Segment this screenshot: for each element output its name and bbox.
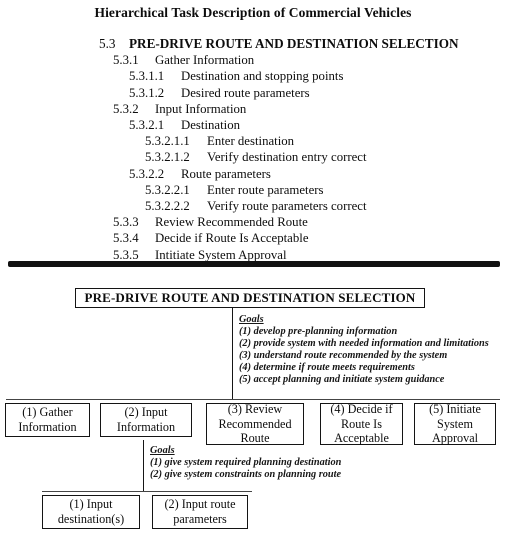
outline-label: Route parameters bbox=[181, 166, 271, 181]
diagram-title-box: PRE-DRIVE ROUTE AND DESTINATION SELECTIO… bbox=[75, 288, 425, 308]
goals-item: (2) give system constraints on planning … bbox=[150, 469, 342, 481]
outline-row: 5.3.1 Gather Information bbox=[0, 52, 506, 68]
task-box-line: Acceptable bbox=[334, 431, 389, 446]
outline-number: 5.3.1.2 bbox=[129, 85, 165, 100]
hierarchical-task-diagram: PRE-DRIVE ROUTE AND DESTINATION SELECTIO… bbox=[0, 288, 506, 545]
task-box-line: Recommended bbox=[218, 416, 292, 431]
task-box-line: Information bbox=[18, 420, 77, 434]
goals-item: (5) accept planning and initiate system … bbox=[239, 374, 445, 386]
outline-label: Decide if Route Is Acceptable bbox=[155, 231, 309, 246]
outline-number: 5.3.4 bbox=[113, 231, 139, 246]
subtask-box-input-destinations: (1) Input destination(s) bbox=[42, 495, 140, 529]
goals-item: (1) give system required planning destin… bbox=[150, 457, 342, 469]
page-title: Hierarchical Task Description of Commerc… bbox=[94, 5, 412, 20]
outline-row: 5.3.3 Review Recommended Route bbox=[0, 214, 506, 230]
outline-row: 5.3.2.1.1 Enter destination bbox=[0, 133, 506, 149]
outline-label: Verify route parameters correct bbox=[207, 199, 367, 214]
outline-label: Input Information bbox=[155, 101, 247, 116]
task-box-line: (1) Gather bbox=[22, 405, 73, 420]
outline-label: Enter route parameters bbox=[207, 182, 324, 197]
outline-label: Review Recommended Route bbox=[155, 215, 308, 230]
connector-horizontal-main bbox=[6, 399, 500, 401]
task-box-gather-information: (1) Gather Information bbox=[5, 403, 90, 437]
outline-label: Verify destination entry correct bbox=[207, 150, 367, 165]
connector-horizontal-sub bbox=[42, 491, 252, 493]
connector-vertical-main bbox=[232, 308, 234, 400]
connector-vertical-sub bbox=[143, 440, 145, 492]
outline-label: Destination bbox=[181, 118, 240, 133]
subtask-box-input-route-parameters: (2) Input route parameters bbox=[152, 495, 248, 529]
outline-number: 5.3.2.1.2 bbox=[145, 150, 190, 165]
outline-row: 5.3.2.2.1 Enter route parameters bbox=[0, 182, 506, 198]
task-box-input-information: (2) Input Information bbox=[100, 403, 192, 437]
goals-item: (4) determine if route meets requirement… bbox=[239, 362, 415, 374]
task-box-review-recommended-route: (3) Review Recommended Route bbox=[206, 402, 304, 446]
section-divider-rule bbox=[8, 261, 500, 267]
goals-block-sub: Goals (1) give system required planning … bbox=[150, 445, 341, 481]
task-box-line: (2) Input bbox=[124, 405, 168, 420]
outline-label: Enter destination bbox=[207, 134, 295, 149]
outline-number: 5.3.2.2.2 bbox=[145, 199, 190, 214]
outline-number: 5.3.1.1 bbox=[129, 69, 165, 84]
goals-block-main: Goals (1) develop pre-planning informati… bbox=[239, 314, 489, 387]
outline-row: 5.3.1.2 Desired route parameters bbox=[0, 85, 506, 101]
goals-item: (2) provide system with needed informati… bbox=[239, 338, 489, 350]
outline-label: PRE-DRIVE ROUTE AND DESTINATION SELECTIO… bbox=[129, 36, 459, 51]
task-box-initiate-system-approval: (5) Initiate System Approval bbox=[414, 402, 496, 446]
task-box-line: (4) Decide if bbox=[330, 402, 393, 417]
outline-row: 5.3.2.1 Destination bbox=[0, 117, 506, 133]
task-box-line: Information bbox=[116, 420, 176, 434]
outline-label: Gather Information bbox=[155, 53, 255, 68]
goals-item: (3) understand route recommended by the … bbox=[239, 350, 448, 362]
task-box-line: destination(s) bbox=[57, 512, 125, 526]
task-box-line: (3) Review bbox=[227, 402, 283, 417]
task-box-line: Route Is bbox=[341, 416, 382, 431]
task-box-line: Route bbox=[240, 431, 270, 446]
task-box-line: (5) Initiate bbox=[429, 402, 481, 417]
outline-label: Destination and stopping points bbox=[181, 69, 344, 84]
outline-row: 5.3.2.1.2 Verify destination entry correc… bbox=[0, 149, 506, 165]
outline-row: 5.3.2.2.2 Verify route parameters correct bbox=[0, 198, 506, 214]
task-outline-list: 5.3 PRE-DRIVE ROUTE AND DESTINATION SELEC… bbox=[0, 36, 506, 263]
outline-number: 5.3.2 bbox=[113, 101, 139, 116]
outline-number: 5.3.2.1.1 bbox=[145, 134, 190, 149]
task-box-line: System bbox=[437, 416, 473, 431]
goals-heading: Goals bbox=[239, 314, 264, 325]
goals-heading: Goals bbox=[150, 445, 175, 456]
outline-number: 5.3.1 bbox=[113, 53, 139, 68]
task-box-line: Approval bbox=[431, 431, 479, 446]
task-box-decide-if-route-is-acceptable: (4) Decide if Route Is Acceptable bbox=[320, 402, 403, 446]
outline-number: 5.3.3 bbox=[113, 215, 139, 230]
outline-row: 5.3.2.2 Route parameters bbox=[0, 166, 506, 182]
outline-number: 5.3.2.1 bbox=[129, 118, 165, 133]
outline-label: Intitiate System Approval bbox=[155, 247, 287, 262]
outline-label: Desired route parameters bbox=[181, 85, 310, 100]
outline-number: 5.3.2.2.1 bbox=[145, 182, 190, 197]
outline-number: 5.3.2.2 bbox=[129, 166, 165, 181]
outline-number: 5.3 bbox=[99, 36, 116, 51]
outline-row: 5.3.1.1 Destination and stopping points bbox=[0, 68, 506, 84]
outline-row: 5.3.2 Input Information bbox=[0, 101, 506, 117]
task-box-line: (1) Input bbox=[69, 497, 113, 512]
task-box-line: parameters bbox=[173, 512, 227, 526]
outline-row: 5.3 PRE-DRIVE ROUTE AND DESTINATION SELEC… bbox=[0, 36, 506, 52]
goals-item: (1) develop pre-planning information bbox=[239, 326, 398, 338]
task-box-line: (2) Input route bbox=[164, 497, 236, 512]
outline-row: 5.3.4 Decide if Route Is Acceptable bbox=[0, 230, 506, 246]
